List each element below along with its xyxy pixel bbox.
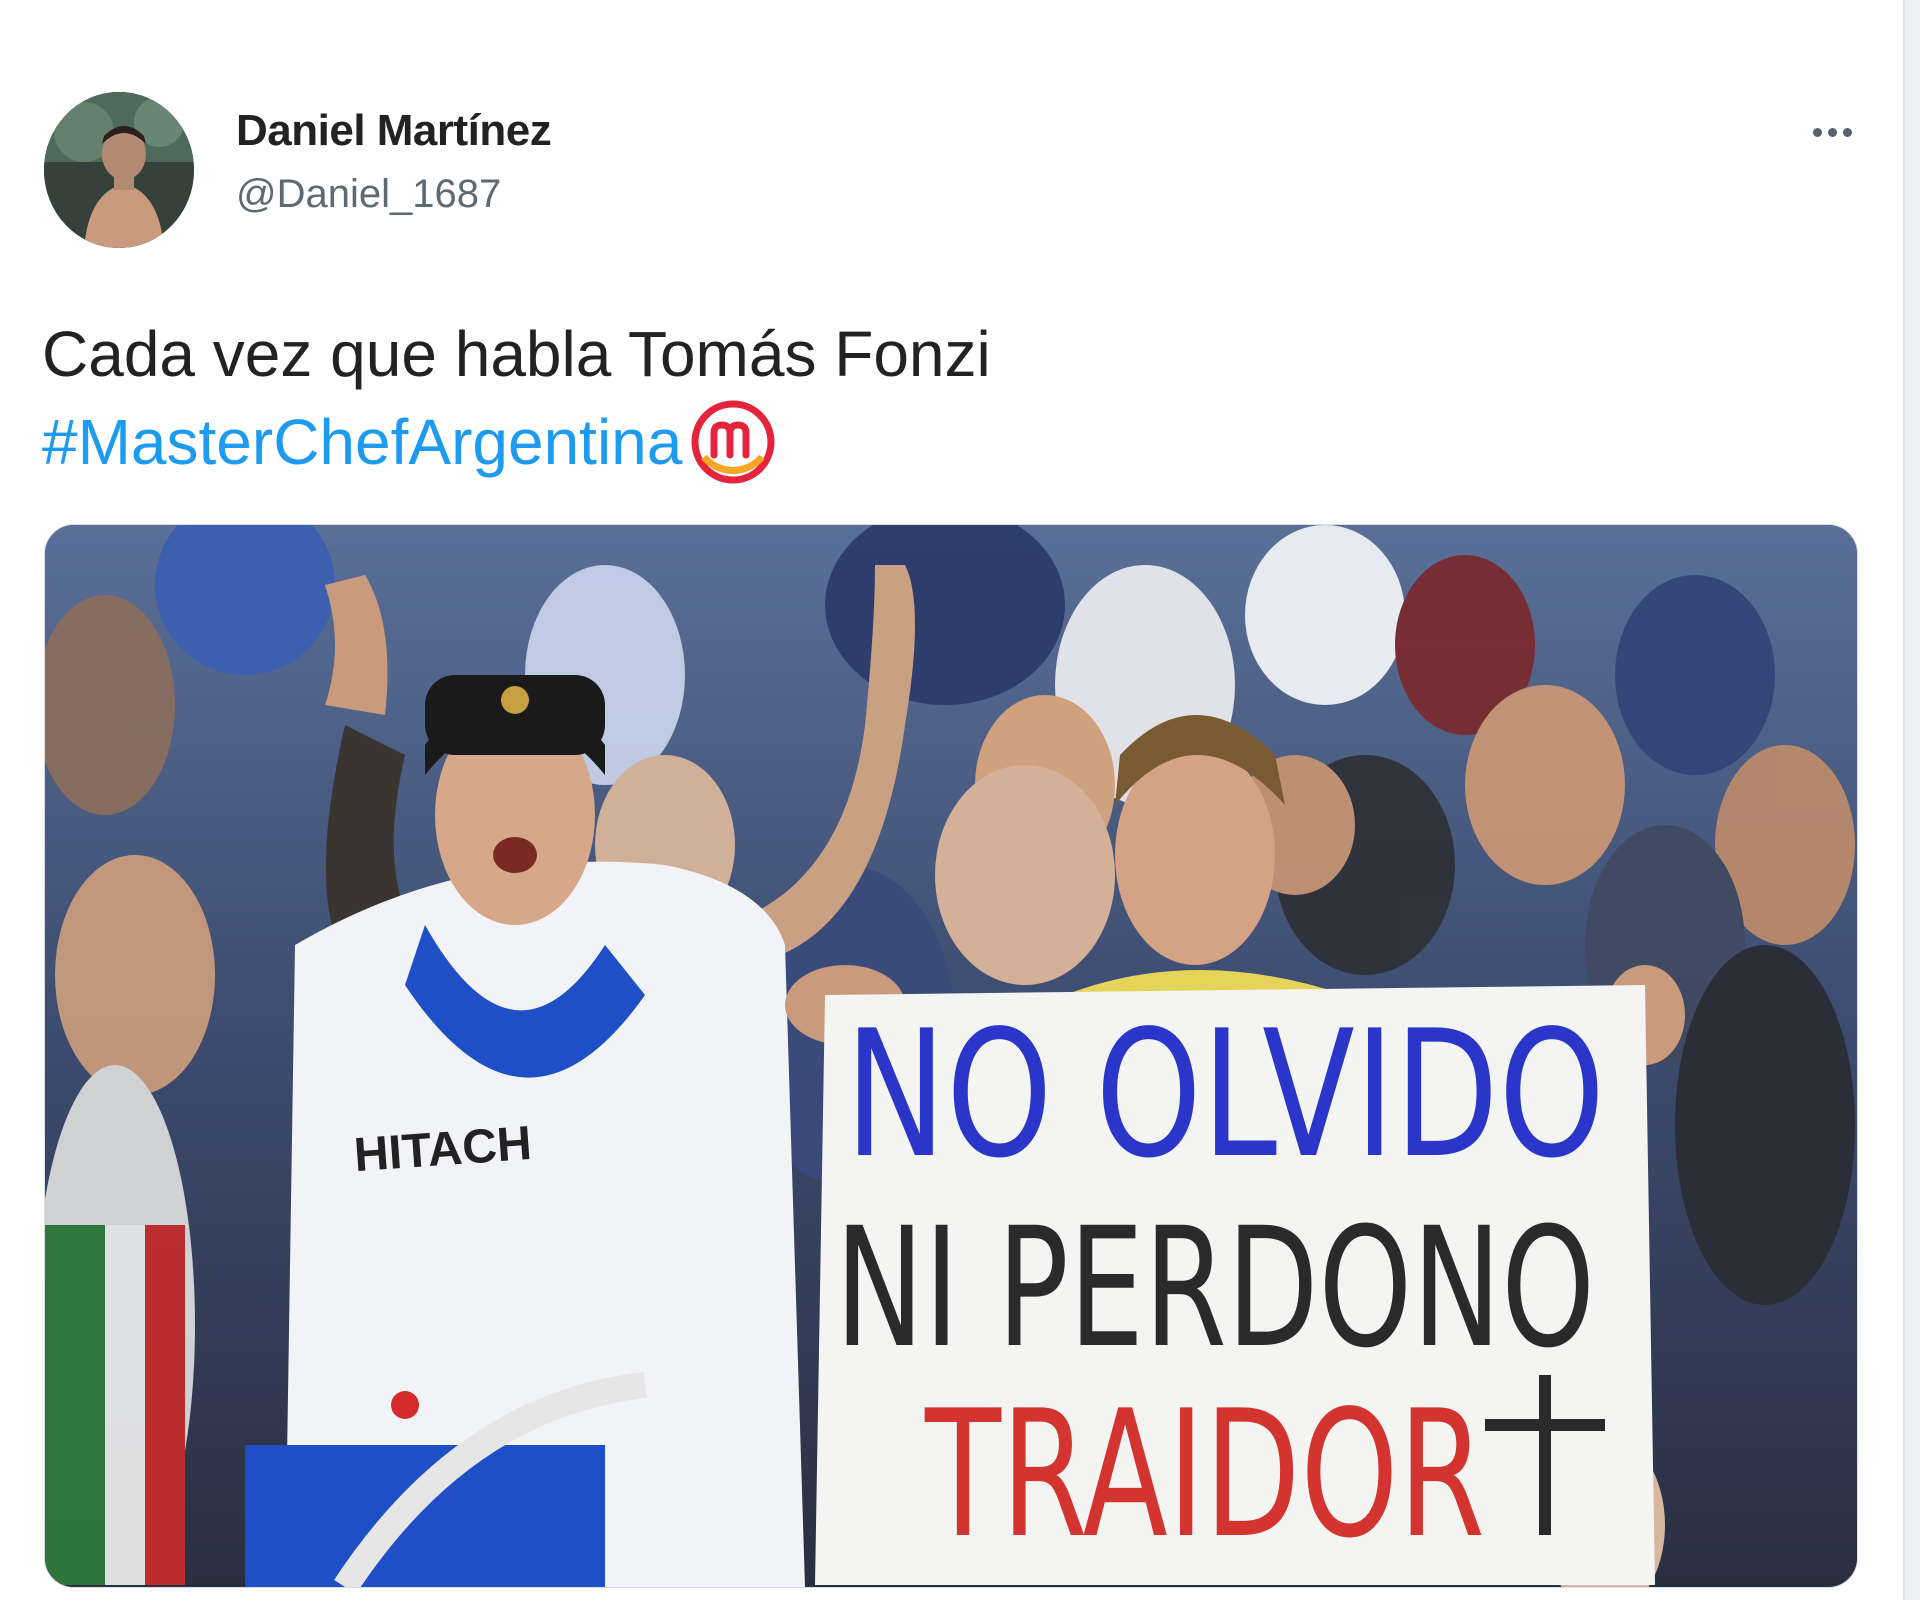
stadium-fans-photo: HITACH NO OLVIDO NI PERDONO TRAIDOR bbox=[45, 525, 1857, 1587]
page-scroll-edge bbox=[1903, 0, 1920, 1600]
author-display-name[interactable]: Daniel Martínez bbox=[236, 106, 552, 156]
more-dot bbox=[1812, 127, 1822, 137]
more-options-icon[interactable] bbox=[1800, 112, 1864, 152]
banner-line-2: NI PERDONO bbox=[835, 1192, 1595, 1384]
more-dot bbox=[1827, 127, 1837, 137]
tweet-text: Cada vez que habla Tomás Fonzi #MasterCh… bbox=[42, 310, 991, 486]
hashtag-line: #MasterChefArgentina bbox=[42, 398, 991, 486]
banner-line-1: NO OLVIDO bbox=[845, 994, 1605, 1197]
author-avatar[interactable] bbox=[44, 92, 194, 248]
more-dot bbox=[1842, 127, 1852, 137]
tweet-card: Daniel Martínez @Daniel_1687 Cada vez qu… bbox=[0, 0, 1905, 1600]
user-avatar-photo-icon bbox=[44, 92, 194, 248]
hashtag-link[interactable]: #MasterChefArgentina bbox=[42, 398, 682, 486]
author-handle[interactable]: @Daniel_1687 bbox=[236, 172, 501, 217]
tweet-text-line: Cada vez que habla Tomás Fonzi bbox=[42, 318, 991, 390]
protest-banner: NO OLVIDO NI PERDONO TRAIDOR bbox=[815, 985, 1655, 1585]
tweet-media-photo[interactable]: HITACH NO OLVIDO NI PERDONO TRAIDOR bbox=[44, 524, 1858, 1588]
masterchef-logo-icon bbox=[691, 400, 775, 484]
banner-line-3: TRAIDOR bbox=[924, 1374, 1485, 1577]
